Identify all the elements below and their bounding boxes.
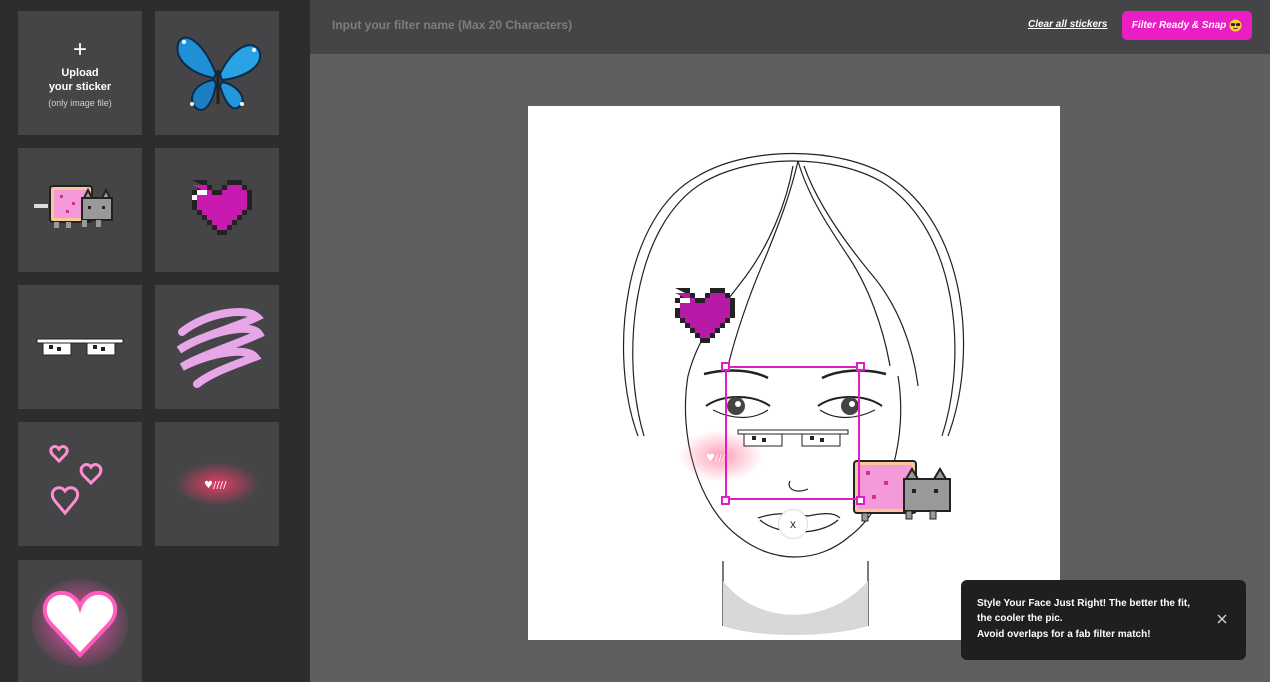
upload-subtitle: (only image file) (48, 98, 112, 108)
filter-ready-snap-button[interactable]: Filter Ready & Snap (1122, 11, 1252, 40)
sticker-pixel-sunglasses[interactable] (18, 285, 142, 409)
snap-label: Filter Ready & Snap (1131, 20, 1227, 31)
resize-handle-top-left[interactable] (721, 362, 730, 371)
tip-toast: Style Your Face Just Right! The better t… (961, 580, 1246, 660)
sticker-pink-scribble[interactable] (155, 285, 279, 409)
clear-all-stickers-link[interactable]: Clear all stickers (1028, 19, 1108, 30)
toast-line-3: Avoid overlaps for a fab filter match! (977, 629, 1151, 640)
nyan-cat-icon (34, 185, 113, 228)
upload-title-line1: Upload (61, 67, 99, 79)
close-icon[interactable] (1215, 612, 1229, 626)
butterfly-icon (176, 36, 262, 111)
resize-handle-bottom-right[interactable] (856, 496, 865, 505)
filter-name-input[interactable] (332, 14, 812, 36)
sticker-pink-hearts[interactable] (18, 422, 142, 546)
svg-text:♥////: ♥//// (204, 480, 227, 491)
upload-title-line2: your sticker (48, 81, 112, 93)
top-bar: Clear all stickers Filter Ready & Snap (310, 0, 1270, 54)
sticker-glowing-heart[interactable] (18, 560, 142, 682)
sunglasses-emoji-icon (1229, 19, 1242, 32)
sunglasses-icon (36, 338, 124, 356)
plus-icon: + (72, 36, 87, 63)
sticker-butterfly[interactable] (155, 11, 279, 135)
selected-sticker-frame[interactable] (725, 366, 860, 500)
face-canvas[interactable]: ♥/// x (528, 106, 1060, 640)
svg-text:♥///: ♥/// (706, 453, 726, 464)
sticker-pixel-heart[interactable] (155, 148, 279, 272)
toast-line-1: Style Your Face Just Right! The better t… (977, 598, 1190, 609)
resize-handle-top-right[interactable] (856, 362, 865, 371)
delete-sticker-button[interactable]: x (778, 509, 808, 539)
sticker-nyan-cat[interactable] (18, 148, 142, 272)
sticker-blush[interactable]: ♥//// (155, 422, 279, 546)
toast-line-2: the cooler the pic. (977, 613, 1063, 624)
resize-handle-bottom-left[interactable] (721, 496, 730, 505)
hearts-icon (49, 445, 103, 516)
glowing-heart-icon (32, 579, 128, 667)
sticker-sidebar: + Upload your sticker (only image file) (0, 0, 310, 682)
pixel-heart-icon (192, 180, 252, 235)
scribble-icon (176, 308, 265, 388)
blush-icon: ♥//// (175, 462, 259, 506)
upload-sticker-button[interactable]: + Upload your sticker (only image file) (18, 11, 142, 135)
